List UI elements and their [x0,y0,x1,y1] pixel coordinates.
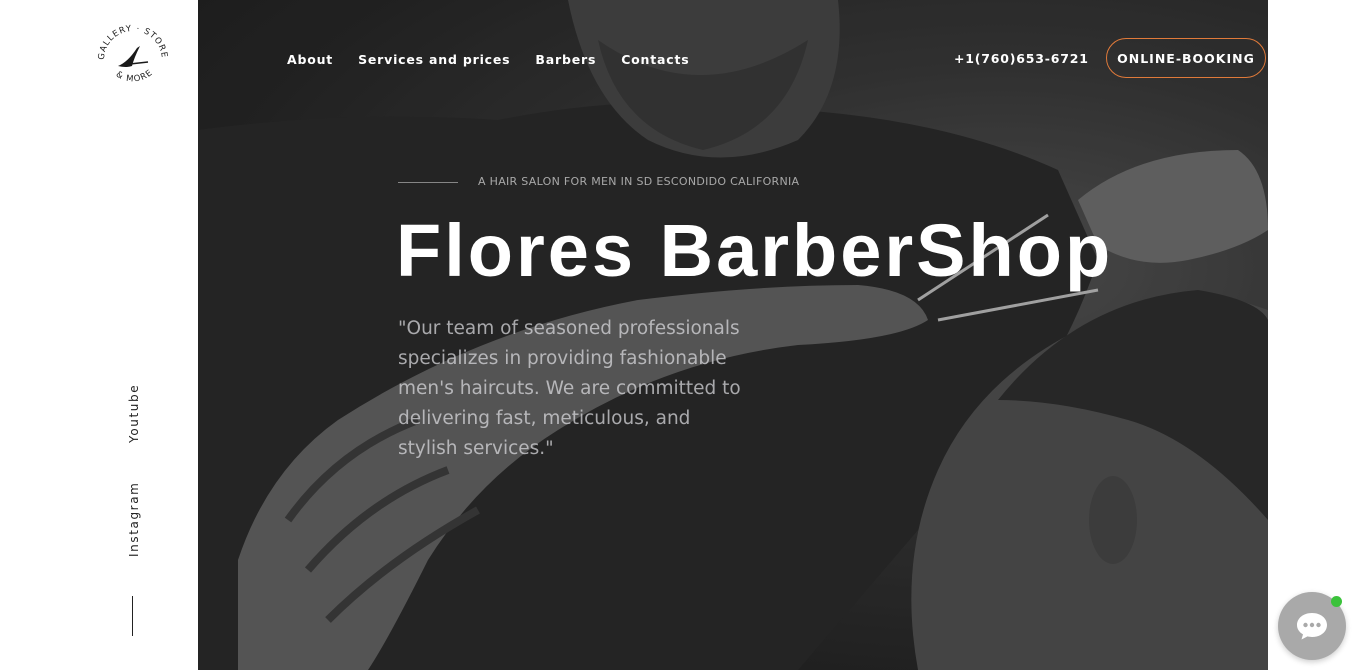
hero-title: Flores BarberShop [396,209,1114,292]
nav-contacts[interactable]: Contacts [621,52,689,67]
online-status-dot [1331,596,1342,607]
instagram-link[interactable]: Instagram [127,482,141,557]
logo[interactable]: GALLERY · STORE · & MORE [90,15,174,92]
hero-tagline: A HAIR SALON FOR MEN IN SD ESCONDIDO CAL… [478,175,800,188]
online-booking-button[interactable]: ONLINE-BOOKING [1106,38,1266,78]
svg-text:& MORE: & MORE [114,68,155,85]
main-nav: About Services and prices Barbers Contac… [287,52,689,67]
nav-about[interactable]: About [287,52,333,67]
left-sidebar: GALLERY · STORE · & MORE Youtube Instagr… [0,0,198,670]
phone-link[interactable]: +1(760)653-6721 [954,51,1089,66]
chat-bubble-icon [1297,613,1327,640]
svg-text:GALLERY · STORE ·: GALLERY · STORE · [92,22,169,60]
hero-section: About Services and prices Barbers Contac… [198,0,1268,670]
sidebar-divider [132,596,133,636]
nav-services-and-prices[interactable]: Services and prices [358,52,510,67]
right-margin [1268,0,1366,670]
nav-barbers[interactable]: Barbers [535,52,596,67]
hero-description: "Our team of seasoned professionals spec… [398,318,741,459]
tagline-divider [398,182,458,183]
razor-icon: GALLERY · STORE · & MORE [90,15,169,85]
youtube-link[interactable]: Youtube [127,384,141,443]
